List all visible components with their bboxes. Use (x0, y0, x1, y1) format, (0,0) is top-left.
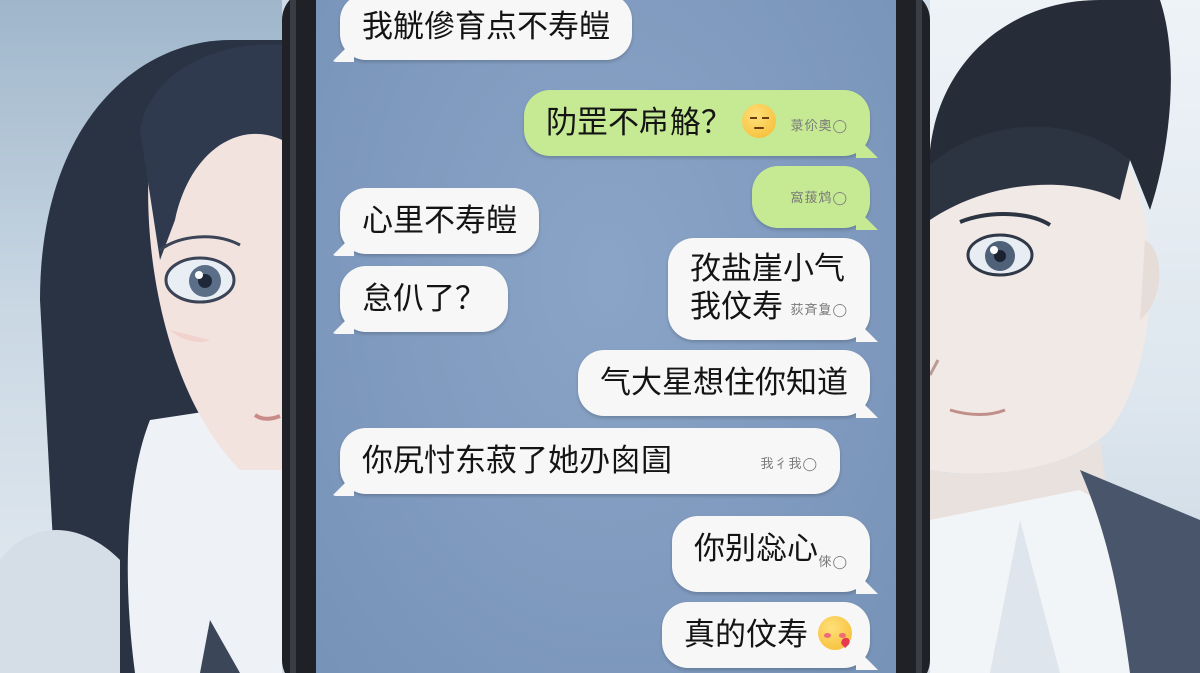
message-status: 倈◯ (818, 555, 848, 570)
message-bubble-outgoing[interactable]: 阞罡不帍觡？ 菉伱奧◯ (524, 90, 878, 158)
right-character-illustration (930, 0, 1200, 673)
message-bubble-outgoing[interactable]: 真的伩寿 (662, 602, 878, 670)
message-status: 菉伱奧◯ (790, 119, 848, 134)
message-text: 我觥傪育点不寿皚 (362, 9, 610, 45)
message-text: 气大星想住你知道 (600, 365, 848, 401)
message-text: 心里不寿皚 (362, 203, 517, 239)
message-status: 荻斉夐◯ (790, 303, 848, 318)
left-character-illustration (0, 0, 282, 673)
message-text: 阞罡不帍觡？ (546, 105, 732, 141)
message-bubble-incoming[interactable]: 我觥傪育点不寿皚 (332, 0, 632, 62)
boy-illustration (930, 0, 1200, 673)
message-bubble-outgoing[interactable]: 孜盐崖小气 我伩寿 荻斉夐◯ (668, 238, 878, 342)
message-status: 窩菝鸩◯ (790, 191, 848, 206)
message-bubble-outgoing[interactable]: 你别惢心 倈◯ (672, 516, 878, 594)
message-bubble-incoming[interactable]: 心里不寿皚 (332, 188, 539, 256)
message-bubble-incoming[interactable]: 你尻忖东菽了她刅囪圁 我彳我◯ (332, 428, 840, 496)
chat-screen[interactable]: 我觥傪育点不寿皚 阞罡不帍觡？ 菉伱奧◯ 窩菝鸩◯ 心里不寿皚 孜盐崖小气 我伩… (316, 0, 896, 673)
message-bubble-incoming[interactable]: 怠仈了？ (332, 266, 508, 334)
smiling-face-with-hearts-icon (818, 616, 852, 650)
pensive-face-icon (742, 104, 776, 138)
message-bubble-outgoing[interactable]: 气大星想住你知道 (578, 350, 878, 418)
phone-frame: 我觥傪育点不寿皚 阞罡不帍觡？ 菉伱奧◯ 窩菝鸩◯ 心里不寿皚 孜盐崖小气 我伩… (282, 0, 930, 673)
message-text: 孜盐崖小气 (690, 251, 845, 287)
message-status: 我彳我◯ (760, 457, 818, 472)
message-text: 怠仈了？ (362, 281, 486, 317)
message-bubble-outgoing[interactable]: 窩菝鸩◯ (752, 166, 878, 230)
message-text: 你尻忖东菽了她刅囪圁 (362, 443, 672, 479)
girl-illustration (0, 40, 282, 673)
message-text: 真的伩寿 (684, 617, 808, 653)
message-text: 你别惢心 (694, 531, 818, 567)
